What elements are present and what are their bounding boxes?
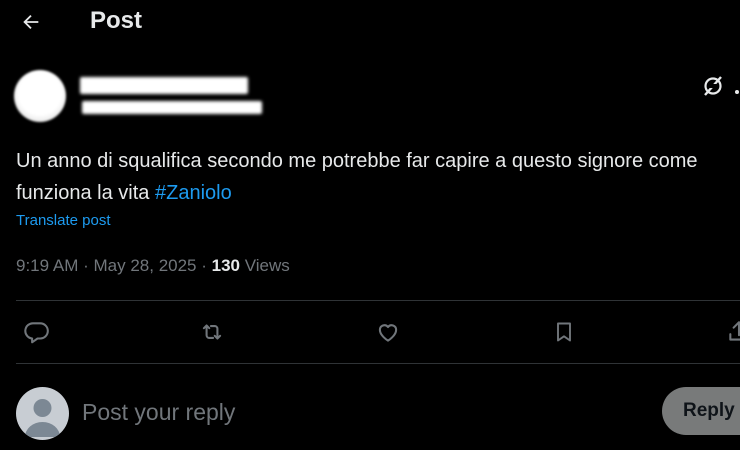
divider [16,300,740,301]
meta-separator: · [201,256,212,275]
reply-icon [24,322,49,344]
post-time[interactable]: 9:19 AM [16,256,78,275]
default-avatar-icon [25,399,60,437]
more-options-icon[interactable] [734,82,740,94]
bookmark-button[interactable] [547,316,581,348]
post-body: Un anno di squalifica secondo me potrebb… [16,150,698,204]
views-count: 130 [211,256,241,275]
back-button[interactable] [14,6,48,38]
post-text: Un anno di squalifica secondo me potrebb… [16,145,740,209]
arrow-left-icon [23,14,39,30]
like-icon [378,324,398,342]
views-label: Views [244,256,290,275]
share-button[interactable] [722,316,740,348]
meta-separator: · [83,256,94,275]
share-icon [729,321,740,341]
reply-input[interactable] [82,395,642,429]
like-button[interactable] [371,316,405,348]
grok-icon[interactable] [700,74,726,98]
post-meta: 9:19 AM · May 28, 2025 · 130 Views [16,256,290,276]
author-handle-redacted [82,101,262,114]
hashtag-link[interactable]: #Zaniolo [155,182,232,204]
translate-post-link[interactable]: Translate post [16,212,111,229]
post-date[interactable]: May 28, 2025 [94,256,197,275]
repost-icon [202,324,222,340]
author-name-redacted [80,77,248,94]
bookmark-icon [557,322,571,342]
reply-submit-button[interactable]: Reply [662,387,740,435]
page-title: Post [90,7,143,34]
divider [16,363,740,364]
top-bar: Post [0,0,740,44]
repost-button[interactable] [195,316,229,348]
user-avatar[interactable] [16,387,69,440]
reply-button[interactable] [20,316,54,348]
author-avatar[interactable] [14,70,66,122]
